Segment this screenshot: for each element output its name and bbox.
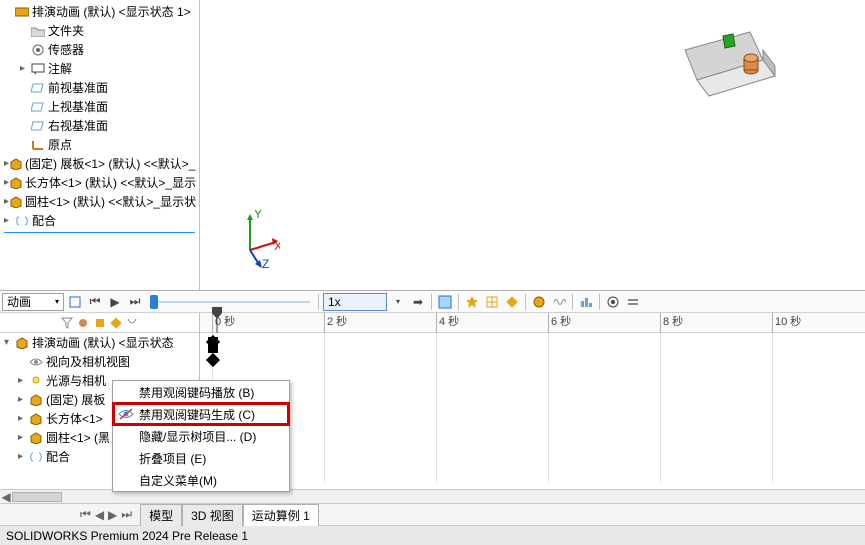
part-icon (28, 412, 44, 426)
blank-icon (117, 384, 135, 400)
motion-tree-toolbar (0, 313, 199, 333)
tree-item[interactable]: ▸圆柱<1> (默认) <<默认>_显示状 (0, 192, 199, 211)
motion-tree-item[interactable]: 视向及相机视图 (0, 352, 199, 371)
origin-icon (30, 138, 46, 152)
spring-button[interactable] (550, 293, 568, 311)
tree-item[interactable]: 文件夹 (0, 21, 199, 40)
filter-selected-icon[interactable] (92, 315, 106, 331)
play-end-button[interactable]: ⏭ (126, 293, 144, 311)
folder-icon (30, 24, 46, 38)
tree-item[interactable]: 右视基准面 (0, 116, 199, 135)
timeline-ruler[interactable]: 0 秒 2 秒 4 秒 6 秒 8 秒 10 秒 (200, 313, 865, 333)
svg-text:Z: Z (262, 257, 269, 270)
filter-results-icon[interactable] (125, 315, 139, 331)
tree-item[interactable]: 传感器 (0, 40, 199, 59)
context-menu: 禁用观阅键码播放 (B) 禁用观阅键码生成 (C) 隐藏/显示树项目... (D… (112, 380, 290, 492)
blank-icon (117, 450, 135, 466)
graphics-viewport[interactable]: Y X Z (200, 0, 865, 290)
plane-icon (30, 119, 46, 133)
speed-dropdown-icon[interactable]: ▾ (389, 293, 407, 311)
blank-icon (117, 472, 135, 488)
menu-item-collapse[interactable]: 折叠项目 (E) (113, 447, 289, 469)
part-icon (9, 176, 23, 190)
keyframe[interactable] (206, 353, 220, 367)
svg-text:Y: Y (254, 210, 262, 221)
tree-item[interactable]: ▸配合 (0, 211, 199, 230)
annotation-icon (30, 62, 46, 76)
ruler-tick: 10 秒 (772, 313, 801, 333)
eye-off-icon (117, 406, 135, 422)
collapse-button[interactable] (624, 293, 642, 311)
tab-motion-study[interactable]: 运动算例 1 (243, 504, 319, 526)
ruler-tick: 4 秒 (436, 313, 459, 333)
tree-item[interactable]: ▸注解 (0, 59, 199, 78)
time-slider[interactable] (150, 293, 310, 311)
menu-item-customize[interactable]: 自定义菜单(M) (113, 469, 289, 491)
timeline-tracks[interactable] (200, 333, 865, 483)
filter-button[interactable] (60, 315, 74, 331)
assembly-icon (14, 336, 30, 350)
tab-model[interactable]: 模型 (140, 504, 182, 526)
tree-item[interactable]: 原点 (0, 135, 199, 154)
part-icon (9, 195, 23, 209)
ruler-tick: 8 秒 (660, 313, 683, 333)
ruler-tick: 6 秒 (548, 313, 571, 333)
play-button[interactable]: ▶ (106, 293, 124, 311)
save-animation-button[interactable] (436, 293, 454, 311)
tree-item[interactable]: ▸(固定) 展板<1> (默认) <<默认>_ (0, 154, 199, 173)
model-preview (665, 20, 805, 110)
sensor-icon (30, 43, 46, 57)
time-cursor[interactable] (212, 307, 222, 333)
svg-text:X: X (274, 239, 280, 253)
ruler-tick: 2 秒 (324, 313, 347, 333)
keyframe-bar[interactable] (208, 337, 218, 353)
autokey-button[interactable] (483, 293, 501, 311)
calculate-button[interactable] (66, 293, 84, 311)
motor-button[interactable] (530, 293, 548, 311)
tab-3dview[interactable]: 3D 视图 (182, 504, 243, 526)
tree-separator (4, 232, 195, 233)
plane-icon (30, 100, 46, 114)
plane-icon (30, 81, 46, 95)
loop-button[interactable]: ➡ (409, 293, 427, 311)
timeline-panel[interactable]: 0 秒 2 秒 4 秒 6 秒 8 秒 10 秒 (200, 313, 865, 489)
play-start-button[interactable]: ⏮ (86, 293, 104, 311)
mate-icon (14, 214, 30, 228)
study-type-dropdown[interactable]: 动画▾ (2, 293, 64, 311)
orientation-triad: Y X Z (230, 210, 280, 270)
motion-toolbar: 动画▾ ⏮ ▶ ⏭ 1x ▾ ➡ (0, 291, 865, 313)
results-button[interactable] (577, 293, 595, 311)
menu-item-disable-playback[interactable]: 禁用观阅键码播放 (B) (113, 381, 289, 403)
tree-root[interactable]: 排演动画 (默认) <显示状态 1> (0, 2, 199, 21)
tree-item[interactable]: 上视基准面 (0, 97, 199, 116)
chevron-down-icon: ▾ (55, 297, 59, 306)
options-button[interactable] (604, 293, 622, 311)
playback-speed[interactable]: 1x (323, 293, 387, 311)
tree-item[interactable]: 前视基准面 (0, 78, 199, 97)
view-icon (28, 355, 44, 369)
filter-animated-icon[interactable] (109, 315, 123, 331)
part-icon (28, 393, 44, 407)
part-icon (9, 157, 23, 171)
mate-icon (28, 450, 44, 464)
feature-manager-tree[interactable]: 排演动画 (默认) <显示状态 1> 文件夹 传感器 ▸注解 前视基准面 上视基… (0, 0, 200, 290)
part-icon (28, 431, 44, 445)
addkey-button[interactable] (503, 293, 521, 311)
menu-item-disable-keygen[interactable]: 禁用观阅键码生成 (C) (113, 403, 289, 425)
motion-tree-root[interactable]: ▾排演动画 (默认) <显示状态 (0, 333, 199, 352)
tree-item[interactable]: ▸长方体<1> (默认) <<默认>_显示 (0, 173, 199, 192)
filter-driven-icon[interactable] (76, 315, 90, 331)
menu-item-hideshow-tree[interactable]: 隐藏/显示树项目... (D) (113, 425, 289, 447)
tree-root-label: 排演动画 (默认) <显示状态 1> (32, 3, 191, 20)
status-bar: SOLIDWORKS Premium 2024 Pre Release 1 (0, 525, 865, 545)
light-icon (28, 374, 44, 388)
blank-icon (117, 428, 135, 444)
assembly-icon (14, 5, 30, 19)
bottom-tabs: ⏮◀▶⏭ 模型 3D 视图 运动算例 1 (0, 503, 865, 525)
animation-wizard-button[interactable] (463, 293, 481, 311)
